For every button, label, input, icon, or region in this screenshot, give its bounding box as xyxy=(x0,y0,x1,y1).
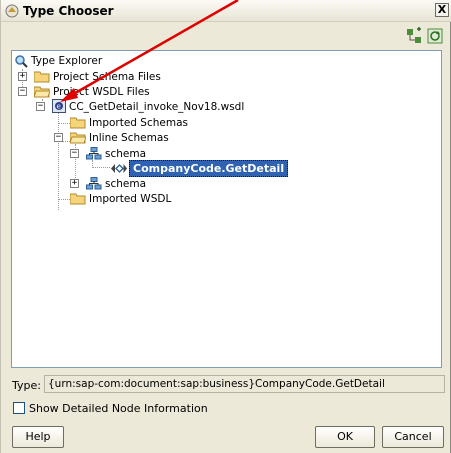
show-detailed-label[interactable]: Show Detailed Node Information xyxy=(29,402,208,415)
cancel-button[interactable]: Cancel xyxy=(382,426,444,448)
folder-icon xyxy=(69,116,86,129)
close-button[interactable]: X xyxy=(435,3,449,17)
open-folder-icon xyxy=(33,85,51,98)
ok-button[interactable]: OK xyxy=(315,426,375,448)
schema-icon xyxy=(86,177,102,193)
type-explorer-tree[interactable]: Type Explorer + Project Schema Files − P… xyxy=(11,50,442,368)
collapse-icon[interactable]: − xyxy=(54,133,63,142)
open-folder-icon xyxy=(69,131,87,144)
collapse-icon[interactable]: − xyxy=(70,149,79,158)
wsdl-file-icon: e xyxy=(52,99,66,116)
expand-icon[interactable]: + xyxy=(70,179,79,188)
selected-node-label: CompanyCode.GetDetail xyxy=(129,160,289,177)
tree-label: Imported Schemas xyxy=(89,117,188,129)
tree-label: Imported WSDL xyxy=(89,193,172,205)
element-icon xyxy=(110,162,128,178)
refresh-tree-icon[interactable] xyxy=(426,27,444,45)
help-button[interactable]: Help xyxy=(12,426,64,448)
window-title: Type Chooser xyxy=(23,4,114,18)
tree-label: CC_GetDetail_invoke_Nov18.wsdl xyxy=(69,101,245,113)
expand-tree-icon[interactable] xyxy=(405,27,423,45)
tree-label: schema xyxy=(105,178,147,190)
tree-label: Inline Schemas xyxy=(89,132,169,144)
app-icon xyxy=(4,3,20,19)
title-bar: Type Chooser X xyxy=(1,0,451,22)
search-icon xyxy=(14,54,28,71)
folder-icon xyxy=(69,192,86,205)
collapse-icon[interactable]: − xyxy=(18,87,27,96)
tree-label: Project Schema Files xyxy=(53,71,161,83)
type-label: Type: xyxy=(12,379,41,392)
tree-label: Project WSDL Files xyxy=(53,86,150,98)
type-field[interactable]: {urn:sap-com:document:sap:business}Compa… xyxy=(44,375,445,393)
collapse-icon[interactable]: − xyxy=(36,102,45,111)
schema-icon xyxy=(86,147,102,163)
show-detailed-checkbox[interactable] xyxy=(13,402,25,414)
tree-label: Type Explorer xyxy=(31,55,103,67)
tree-label: schema xyxy=(105,148,147,160)
folder-icon xyxy=(33,70,50,83)
type-chooser-dialog: Type Chooser X Type Explorer + Project S… xyxy=(0,0,451,453)
expand-icon[interactable]: + xyxy=(18,72,27,81)
svg-text:e: e xyxy=(57,103,61,111)
